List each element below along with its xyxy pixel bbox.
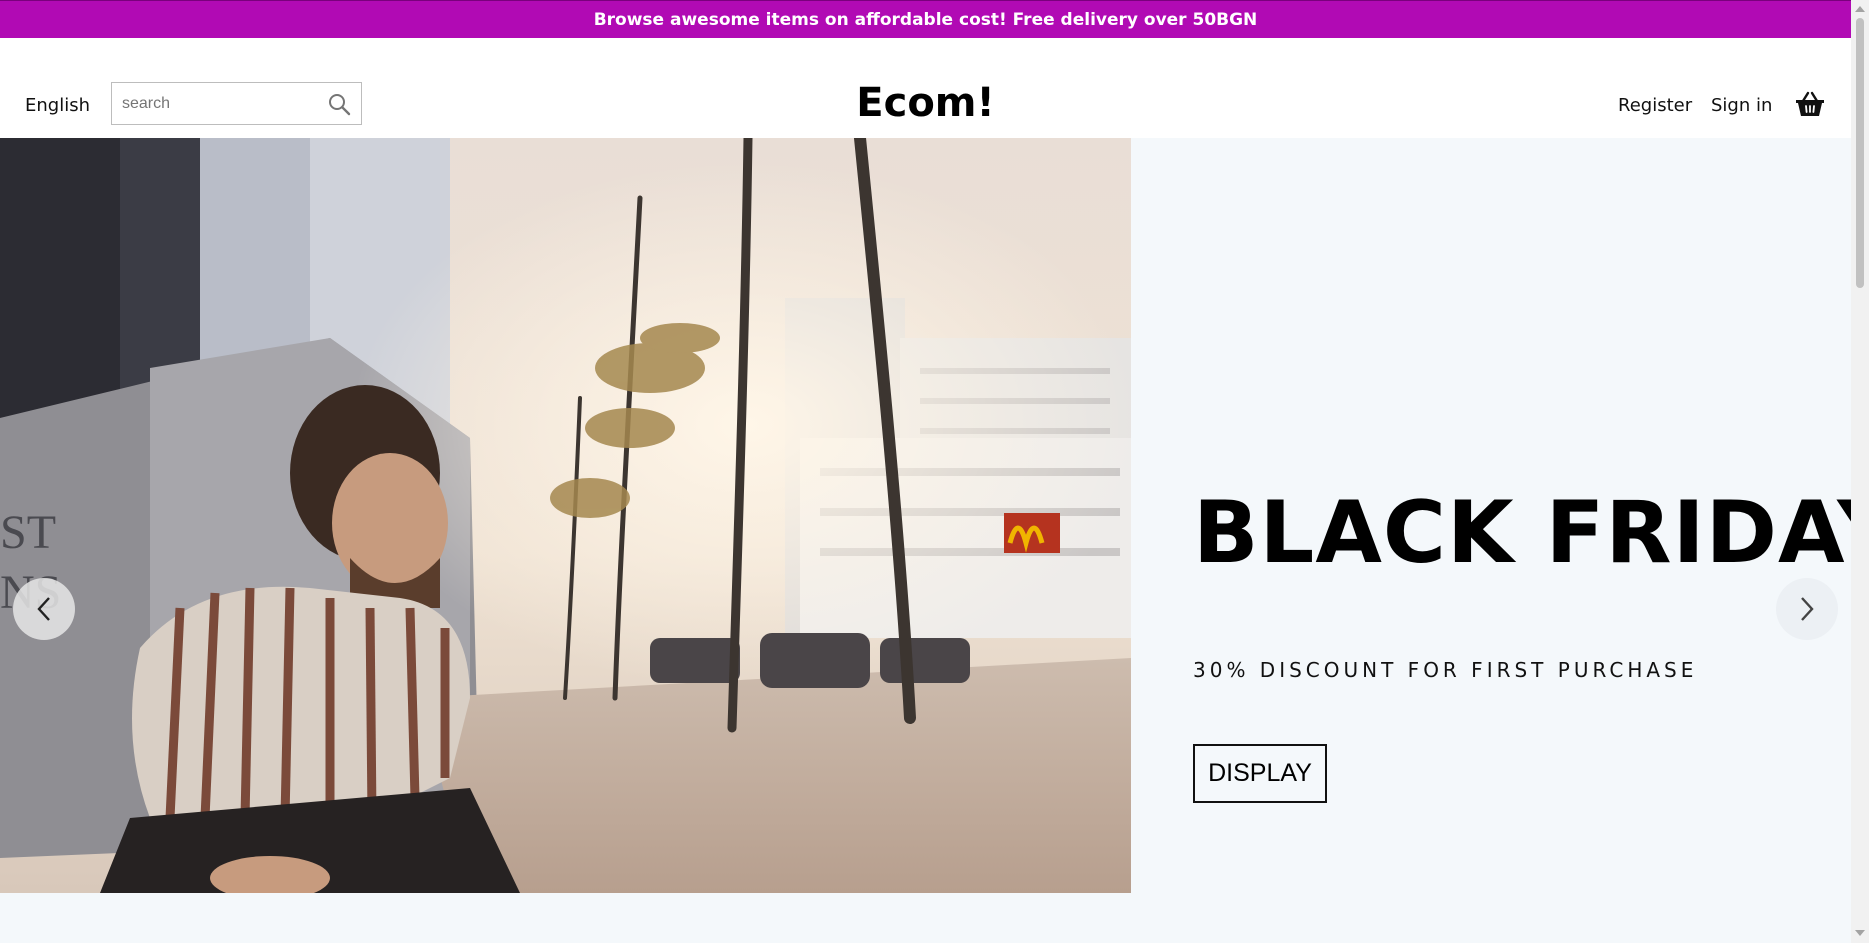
- sign-in-link[interactable]: Sign in: [1711, 95, 1772, 116]
- hero-carousel: ST NS BLACK FRIDAY 30% DISCOUNT FOR FIRS…: [0, 138, 1869, 893]
- carousel-prev-button[interactable]: [13, 578, 75, 640]
- display-button[interactable]: DISPLAY: [1193, 744, 1327, 803]
- scroll-thumb[interactable]: [1856, 18, 1864, 288]
- basket-icon[interactable]: [1795, 90, 1825, 118]
- hero-title: BLACK FRIDAY: [1193, 483, 1869, 583]
- chevron-left-icon: [37, 597, 50, 621]
- carousel-next-button[interactable]: [1776, 578, 1838, 640]
- announcement-bar: Browse awesome items on affordable cost!…: [0, 0, 1851, 38]
- page-content-area: [0, 893, 1851, 943]
- scroll-up-arrow-icon[interactable]: [1855, 6, 1865, 12]
- header: English Ecom! Register Sign in: [0, 38, 1851, 138]
- scroll-down-arrow-icon[interactable]: [1855, 930, 1865, 936]
- vertical-scrollbar[interactable]: [1851, 0, 1869, 943]
- register-link[interactable]: Register: [1618, 95, 1692, 116]
- page: Browse awesome items on affordable cost!…: [0, 0, 1869, 943]
- hero-subtitle: 30% DISCOUNT FOR FIRST PURCHASE: [1193, 658, 1698, 682]
- language-selector[interactable]: English: [25, 95, 90, 116]
- chevron-right-icon: [1801, 597, 1814, 621]
- search-icon[interactable]: [327, 92, 351, 116]
- hero-photo: ST NS: [0, 138, 1131, 893]
- search-box: [111, 82, 362, 125]
- announcement-text: Browse awesome items on affordable cost!…: [593, 9, 1258, 30]
- search-input[interactable]: [112, 83, 317, 124]
- svg-text:ST: ST: [0, 506, 56, 559]
